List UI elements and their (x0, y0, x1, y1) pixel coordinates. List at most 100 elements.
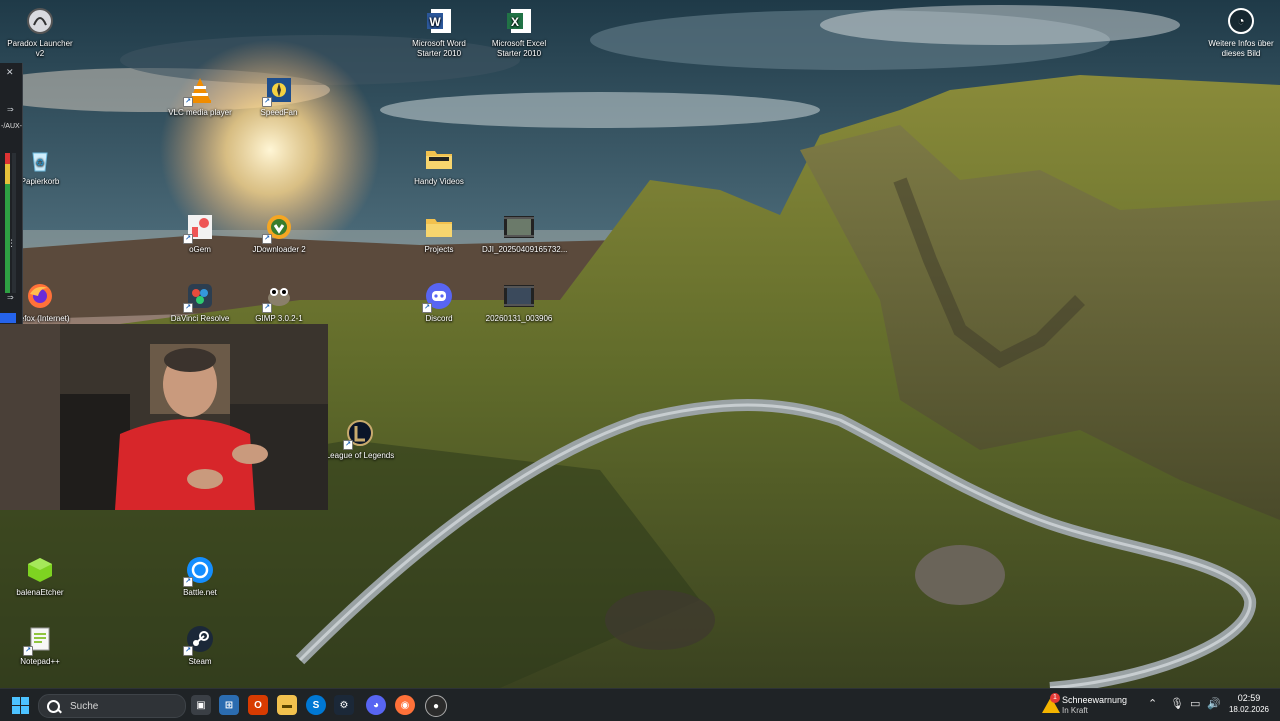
lol-icon: ↗ (343, 418, 375, 450)
desktop-icon-steam[interactable]: ↗ Steam (162, 624, 238, 667)
weather-warning-notification[interactable]: 1 Schneewarnung In Kraft (1040, 693, 1160, 717)
vlc-icon: ↗ (183, 75, 215, 107)
desktop-icon-league-of-legends[interactable]: ↗ League of Legends (322, 418, 398, 461)
store-icon[interactable]: ⊞ (219, 695, 239, 715)
discord-icon: ↗ (422, 281, 454, 313)
desktop-icon-projects[interactable]: Projects (401, 212, 477, 255)
collapse-icon[interactable]: ⇒ (7, 105, 14, 114)
clock-date: 18.02.2026 (1228, 705, 1270, 714)
warning-subtitle: In Kraft (1062, 706, 1088, 715)
camera-icon: ◔ (1228, 8, 1254, 34)
volume-icon[interactable]: 🔊 (1207, 697, 1221, 710)
app-icon: ↗ (183, 212, 215, 244)
volume-meter (5, 153, 10, 293)
desktop-icon-excel[interactable]: X Microsoft Excel Starter 2010 (481, 6, 557, 59)
webcam-person-image (0, 324, 328, 510)
notification-badge: 1 (1050, 693, 1060, 703)
desktop-icon-davinci[interactable]: ↗ DaVinci Resolve (162, 281, 238, 324)
volume-meter-background (12, 153, 16, 293)
task-view-icon[interactable]: ▣ (191, 695, 211, 715)
warning-title: Schneewarnung (1062, 695, 1128, 705)
desktop-icon-label: balenaEtcher (16, 588, 64, 597)
chevron-up-icon[interactable]: ⌃ (1148, 697, 1157, 710)
firefox-icon[interactable]: ◉ (395, 695, 415, 715)
desktop-icon-gimp[interactable]: ↗ GIMP 3.0.2-1 (241, 281, 317, 324)
desktop-icon-label: League of Legends (325, 451, 395, 460)
desktop-icon-paradox-launcher[interactable]: Paradox Launcher v2 (2, 6, 78, 59)
audio-mixer-panel: ✕ ⇒ -/AUX- ⋮ ⇒ (0, 63, 23, 326)
desktop-icon-balenaetcher[interactable]: balenaEtcher (2, 555, 78, 598)
desktop-icon-battlenet[interactable]: ↗ Battle.net (162, 555, 238, 598)
desktop-icon-label: Discord (425, 314, 453, 323)
jdownloader-icon: ↗ (262, 212, 294, 244)
excel-icon: X (504, 6, 534, 36)
desktop-icon-video-20260131[interactable]: 20260131_003906 (481, 281, 557, 324)
svg-text:♻: ♻ (36, 158, 45, 169)
discord-icon[interactable]: ◕ (366, 695, 386, 715)
desktop-icon-label: DJI_20250409165732... (482, 245, 568, 254)
wallpaper-info-label: Weitere Infos über dieses Bild (1208, 39, 1274, 58)
gimp-icon: ↗ (262, 281, 294, 313)
desktop-icon-word[interactable]: W Microsoft Word Starter 2010 (401, 6, 477, 59)
desktop-icon-discord[interactable]: ↗ Discord (401, 281, 477, 324)
desktop-icon-label: Projects (424, 245, 454, 254)
desktop-icon-label: GIMP 3.0.2-1 (255, 314, 303, 323)
svg-text:W: W (429, 15, 441, 29)
audio-source-label: -/AUX- (1, 123, 22, 130)
desktop-icon-dji-video[interactable]: DJI_20250409165732... (481, 212, 568, 255)
desktop-icon-speedfan[interactable]: ↗ SpeedFan (241, 75, 317, 118)
video-file-icon (504, 212, 534, 242)
selected-indicator (0, 313, 16, 323)
taskbar-search-box[interactable]: Suche (38, 694, 186, 718)
windows-start-button[interactable] (12, 697, 29, 714)
desktop-icon-label: Battle.net (183, 588, 217, 597)
microphone-icon[interactable]: 🎙 (1170, 697, 1184, 710)
folder-icon (424, 212, 454, 242)
word-icon: W (424, 6, 454, 36)
desktop-icon-label: 20260131_003906 (485, 314, 553, 323)
steam-icon[interactable]: ⚙ (334, 695, 354, 715)
desktop-icon-label: Handy Videos (414, 177, 464, 186)
wallpaper-info-link[interactable]: ◔ Weitere Infos über dieses Bild (1203, 8, 1279, 59)
battlenet-icon: ↗ (183, 555, 215, 587)
recycle-bin-icon: ♻ (25, 144, 55, 174)
close-icon[interactable]: ✕ (6, 67, 14, 78)
desktop-icon-notepadpp[interactable]: ↗ Notepad++ (2, 624, 78, 667)
desktop-icon-label: SpeedFan (260, 108, 298, 117)
desktop-icon-label: Microsoft Excel Starter 2010 (491, 39, 547, 58)
desktop-icon-label: Steam (188, 657, 212, 666)
desktop-icon-label: DaVinci Resolve (170, 314, 230, 323)
svg-text:X: X (511, 15, 519, 29)
desktop-icon-handy-videos[interactable]: Handy Videos (401, 144, 477, 187)
office-icon[interactable]: O (248, 695, 268, 715)
etcher-icon (25, 555, 55, 585)
network-icon[interactable]: ▭ (1190, 697, 1200, 710)
desktop-icon-label: Microsoft Word Starter 2010 (412, 39, 466, 58)
explorer-icon[interactable]: ▬ (277, 695, 297, 715)
desktop-icon-ogem[interactable]: ↗ oGem (162, 212, 238, 255)
webcam-overlay (0, 324, 328, 510)
folder-icon (424, 144, 454, 174)
search-placeholder: Suche (70, 700, 99, 712)
obs-icon[interactable]: ● (425, 695, 447, 717)
more-options-icon[interactable]: ⋮ (7, 238, 16, 249)
desktop-icon-vlc[interactable]: ↗ VLC media player (162, 75, 238, 118)
notepadpp-icon: ↗ (23, 624, 55, 656)
paradox-icon (25, 6, 55, 36)
desktop-icon-label: VLC media player (168, 108, 232, 117)
skype-icon[interactable]: S (306, 695, 326, 715)
collapse-icon[interactable]: ⇒ (7, 293, 14, 302)
desktop-icon-label: JDownloader 2 (252, 245, 306, 254)
clock-time: 02:59 (1237, 693, 1261, 703)
firefox-icon (25, 281, 55, 311)
davinci-icon: ↗ (183, 281, 215, 313)
taskbar: Suche ▣ ⊞ O ▬ S ⚙ ◕ ◉ ● 1 Schneewarnung … (0, 688, 1280, 721)
desktop-icon-label: Paradox Launcher v2 (7, 39, 73, 58)
steam-icon: ↗ (183, 624, 215, 656)
desktop-icon-label: Notepad++ (20, 657, 60, 666)
system-clock[interactable]: 02:59 18.02.2026 (1224, 693, 1274, 714)
desktop-icon-jdownloader[interactable]: ↗ JDownloader 2 (241, 212, 317, 255)
speedfan-icon: ↗ (262, 75, 294, 107)
video-file-icon (504, 281, 534, 311)
search-icon (47, 699, 60, 713)
